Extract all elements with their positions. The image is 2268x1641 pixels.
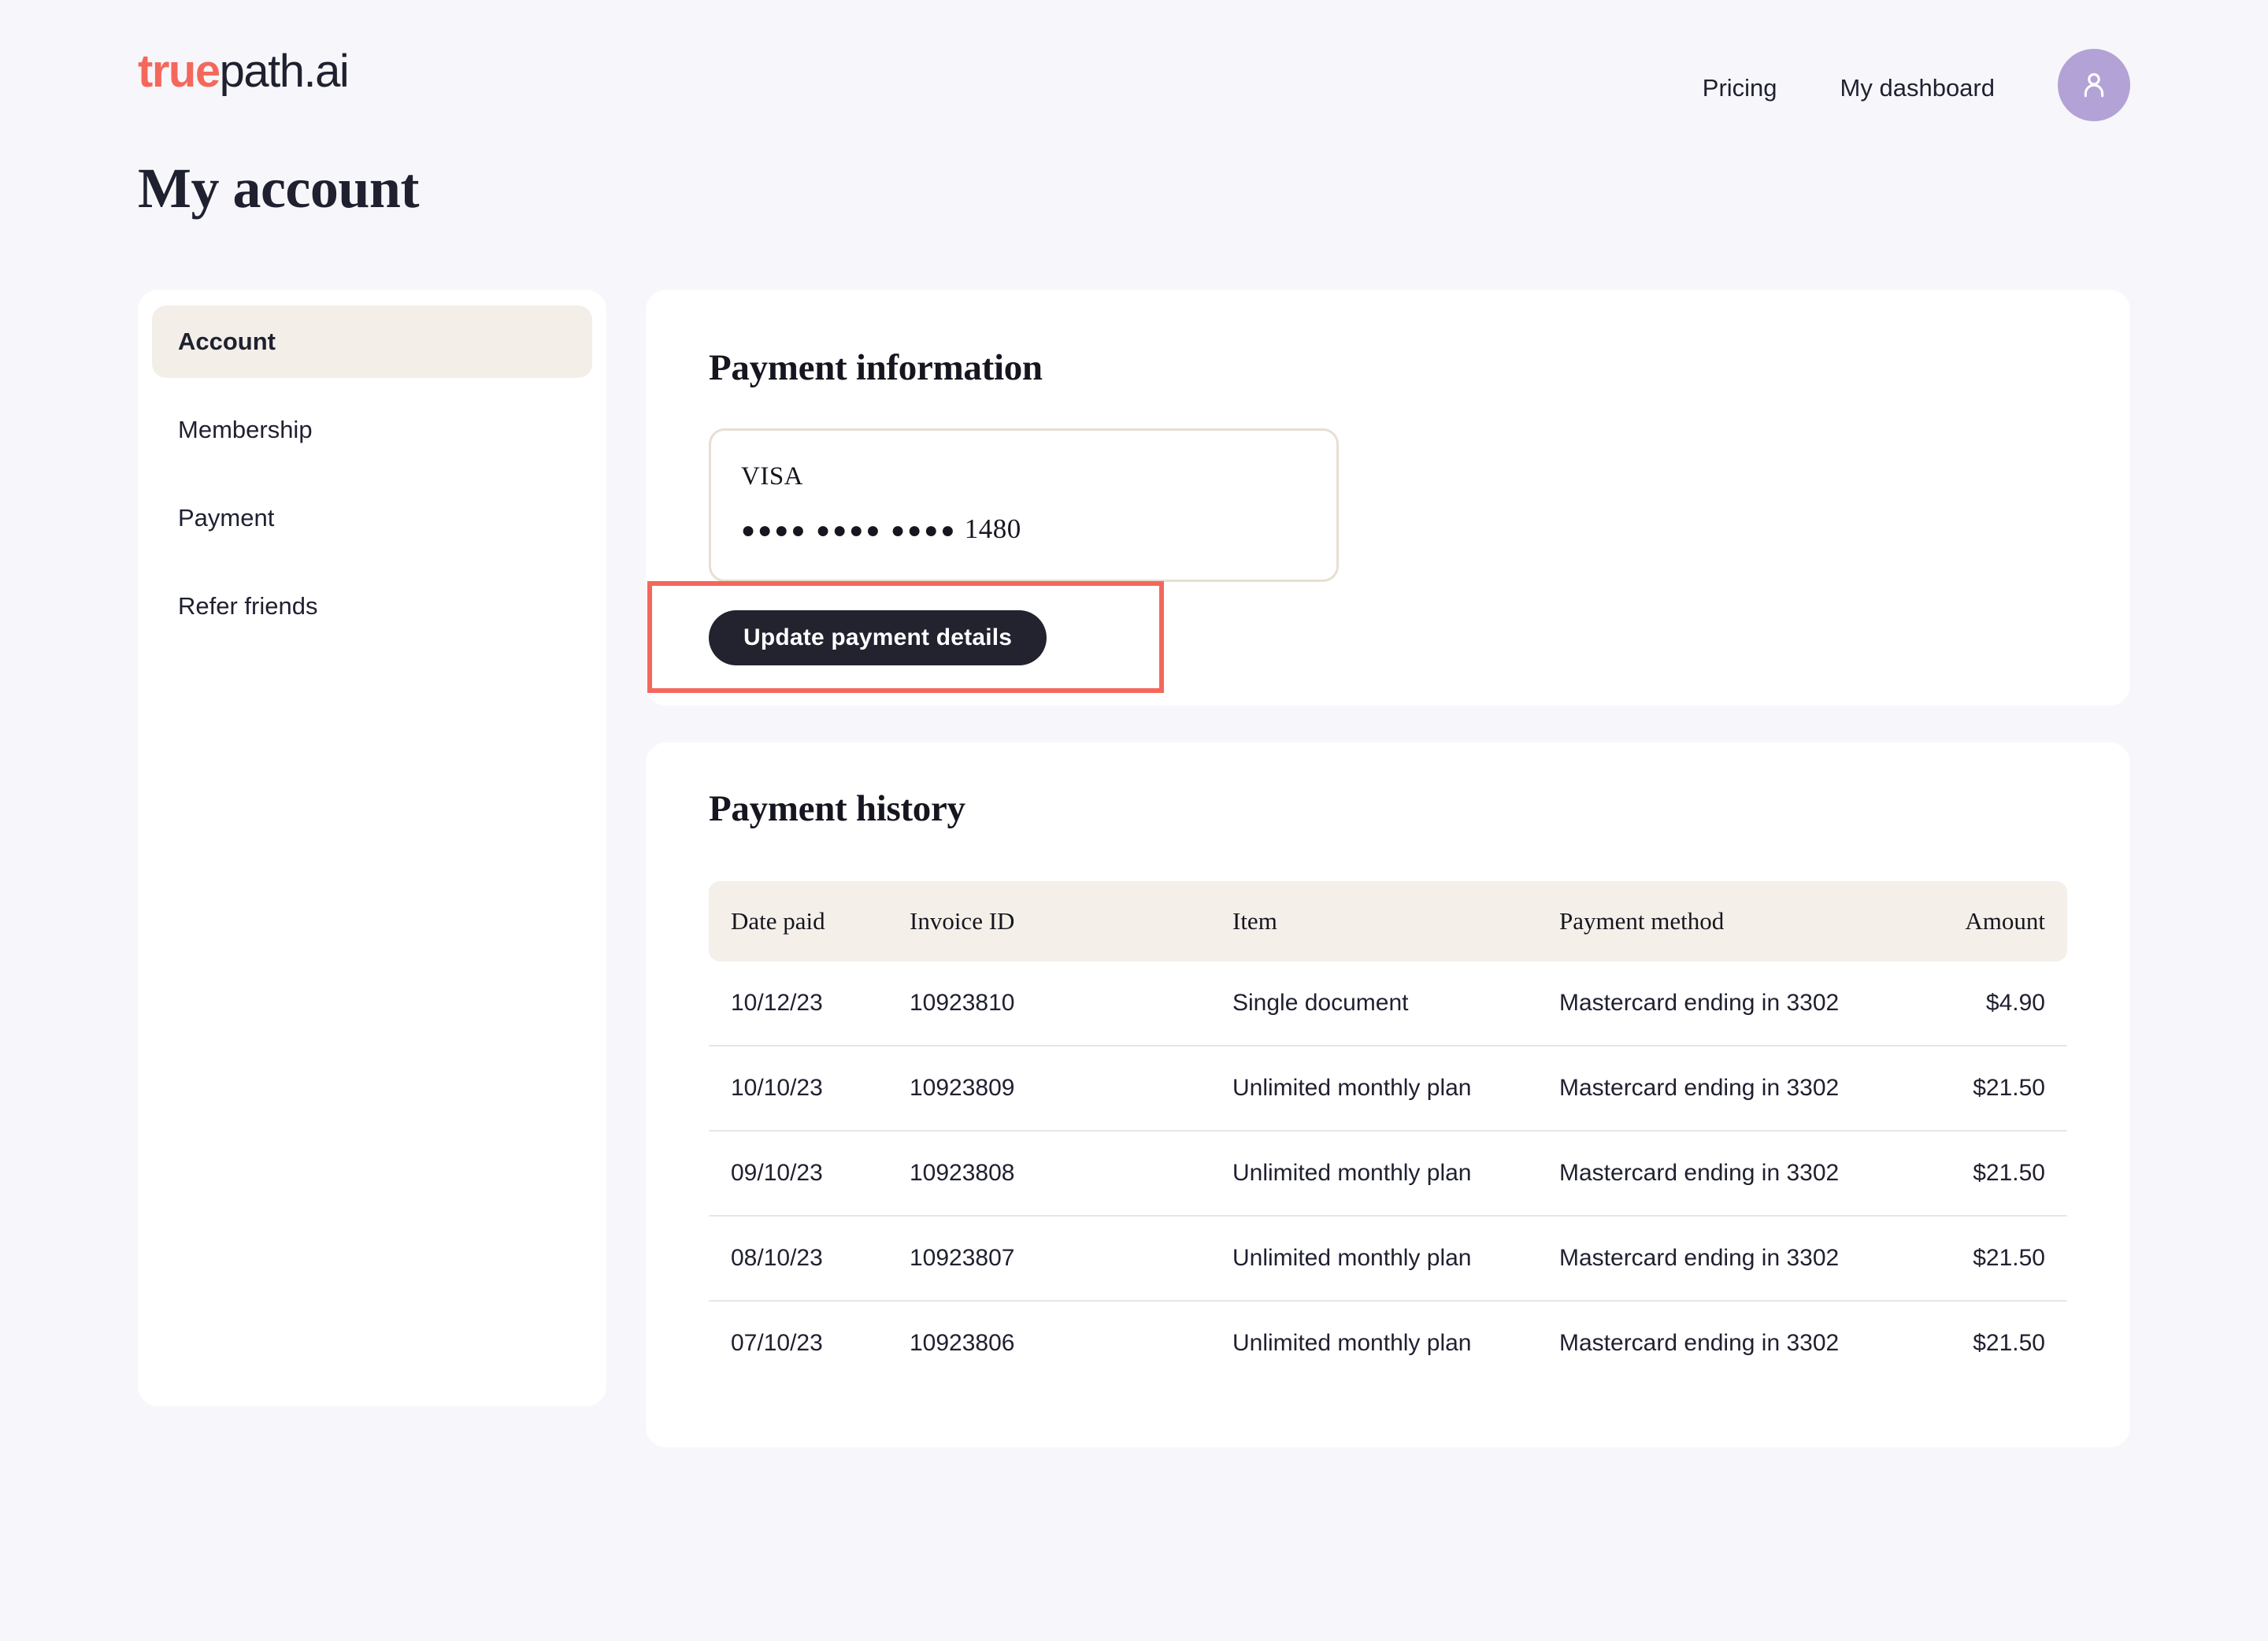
card-masked-digits: ●●●● ●●●● ●●●● [741, 517, 958, 543]
payment-history-title: Payment history [709, 788, 965, 829]
card-last-four: 1480 [964, 513, 1021, 544]
cell-invoice-id: 10923808 [910, 1131, 1232, 1217]
payment-history-table: Date paid Invoice ID Item Payment method… [709, 881, 2067, 1385]
cell-date-paid: 07/10/23 [731, 1330, 823, 1356]
table-row[interactable]: 07/10/23 10923806 Unlimited monthly plan… [709, 1301, 2067, 1385]
column-header-invoice-id: Invoice ID [910, 907, 1015, 935]
page-title: My account [138, 157, 419, 220]
card-brand: VISA [741, 462, 804, 491]
account-sidebar: Account Membership Payment Refer friends [138, 290, 606, 1406]
table-row[interactable]: 08/10/23 10923807 Unlimited monthly plan… [709, 1216, 2067, 1302]
table-header-row: Date paid Invoice ID Item Payment method… [709, 881, 2067, 961]
cell-invoice-id: 10923806 [910, 1330, 1015, 1356]
table-row[interactable]: 09/10/23 10923808 Unlimited monthly plan… [709, 1131, 2067, 1217]
avatar[interactable] [2058, 49, 2130, 121]
nav-link-pricing[interactable]: Pricing [1703, 74, 1777, 102]
site-header: truepath.ai Pricing My dashboard [0, 0, 2268, 165]
column-header-date-paid: Date paid [731, 907, 825, 935]
cell-item: Unlimited monthly plan [1232, 1216, 1559, 1302]
cell-item: Unlimited monthly plan [1232, 1046, 1559, 1132]
logo-prefix: true [138, 46, 220, 97]
user-icon [2077, 68, 2111, 102]
cell-item: Unlimited monthly plan [1232, 1330, 1472, 1356]
table-row[interactable]: 10/10/23 10923809 Unlimited monthly plan… [709, 1046, 2067, 1132]
sidebar-item-label: Refer friends [178, 592, 318, 620]
column-header-payment-method: Payment method [1559, 907, 1725, 935]
payment-information-title: Payment information [709, 347, 1043, 388]
cell-amount: $21.50 [1918, 1046, 2067, 1132]
cell-date-paid: 10/12/23 [709, 961, 910, 1046]
app-root: truepath.ai Pricing My dashboard My acco… [0, 0, 2268, 1641]
cell-item: Single document [1232, 961, 1559, 1046]
sidebar-item-refer-friends[interactable]: Refer friends [152, 570, 592, 643]
sidebar-item-payment[interactable]: Payment [152, 482, 592, 554]
sidebar-item-membership[interactable]: Membership [152, 394, 592, 466]
cell-payment-method: Mastercard ending in 3302 [1559, 1330, 1840, 1356]
saved-card[interactable]: VISA ●●●● ●●●● ●●●● 1480 [709, 428, 1339, 582]
sidebar-item-label: Account [178, 328, 276, 355]
cell-date-paid: 08/10/23 [709, 1216, 910, 1302]
column-header-amount: Amount [1965, 907, 2045, 935]
cell-invoice-id: 10923807 [910, 1216, 1232, 1302]
logo-suffix: path.ai [219, 46, 350, 97]
sidebar-item-label: Membership [178, 416, 313, 443]
sidebar-item-label: Payment [178, 504, 275, 532]
sidebar-item-account[interactable]: Account [152, 306, 592, 378]
cell-amount: $4.90 [1918, 961, 2067, 1046]
table-header: Date paid Invoice ID Item Payment method… [709, 881, 2067, 961]
cell-payment-method: Mastercard ending in 3302 [1559, 1131, 1918, 1217]
card-number: ●●●● ●●●● ●●●● 1480 [741, 513, 1306, 545]
cell-amount: $21.50 [1973, 1330, 2045, 1356]
cell-payment-method: Mastercard ending in 3302 [1559, 961, 1918, 1046]
payment-history-card: Payment history Date paid Invoice ID Ite… [646, 743, 2130, 1447]
cell-date-paid: 09/10/23 [709, 1131, 910, 1217]
cell-item: Unlimited monthly plan [1232, 1131, 1559, 1217]
cell-date-paid: 10/10/23 [709, 1046, 910, 1132]
logo[interactable]: truepath.ai [138, 46, 350, 97]
cell-invoice-id: 10923809 [910, 1046, 1232, 1132]
table-body: 10/12/23 10923810 Single document Master… [709, 961, 2067, 1385]
cell-amount: $21.50 [1918, 1216, 2067, 1302]
cell-invoice-id: 10923810 [910, 961, 1232, 1046]
cell-amount: $21.50 [1918, 1131, 2067, 1217]
update-payment-details-button[interactable]: Update payment details [709, 610, 1047, 665]
main-nav: Pricing My dashboard [1703, 49, 2130, 121]
cell-payment-method: Mastercard ending in 3302 [1559, 1216, 1918, 1302]
column-header-item: Item [1232, 907, 1277, 935]
cell-payment-method: Mastercard ending in 3302 [1559, 1046, 1918, 1132]
table-row[interactable]: 10/12/23 10923810 Single document Master… [709, 961, 2067, 1046]
nav-link-my-dashboard[interactable]: My dashboard [1840, 74, 1995, 102]
